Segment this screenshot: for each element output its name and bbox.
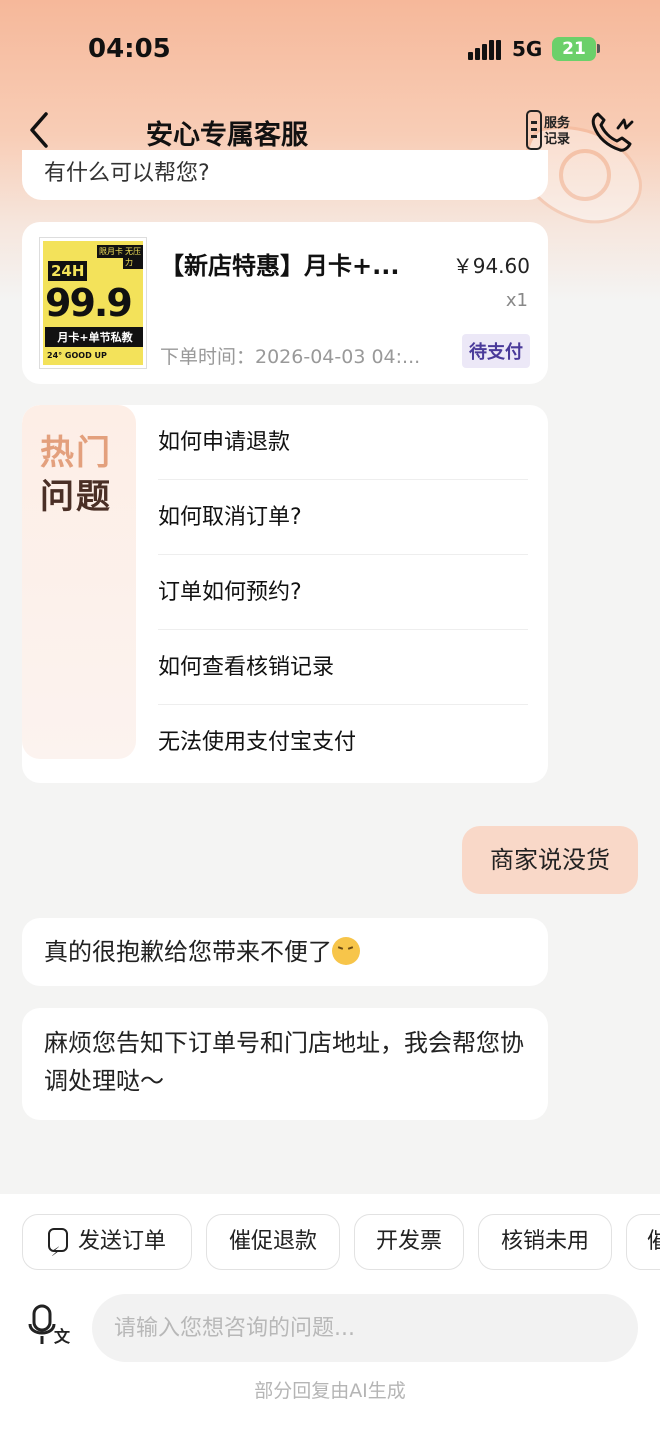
battery-level: 21 [562,39,586,59]
thumb-footer: 24° GOOD UP [47,351,107,360]
faq-side-panel: 热门 问题 [22,405,136,759]
user-message-bubble: 商家说没货 [462,826,638,894]
network-type: 5G [512,37,543,61]
status-time: 04:05 [88,34,171,64]
faq-card: 热门 问题 如何申请退款 如何取消订单? 订单如何预约? 如何查看核销记录 无法… [22,405,548,783]
order-price: ￥94.60 [452,254,530,278]
previous-message-text: 有什么可以帮您? [44,161,210,186]
battery-icon: 21 [552,37,596,61]
order-time: 下单时间：2026-04-03 04:... [160,346,421,368]
status-bar: 04:05 5G 21 [0,0,660,100]
bot-message-bubble: 麻烦您告知下订单号和门店地址，我会帮您协调处理哒～ [22,1008,548,1120]
thumb-price: 99.9 [45,281,133,325]
message-input[interactable] [92,1294,638,1362]
send-order-chip[interactable]: 发送订单 [22,1214,192,1270]
order-status-badge: 待支付 [462,334,530,368]
order-card[interactable]: 限月卡 无压力 24H 99.9 月卡+单节私教 24° GOOD UP 【新店… [22,222,548,384]
bot-message-bubble: 真的很抱歉给您带来不便了 [22,918,548,986]
record-label-line1: 服务 [543,116,570,131]
chip-label: 发送订单 [77,1229,166,1254]
record-label-line2: 记录 [543,132,570,147]
faq-side-title-2: 问题 [40,477,112,517]
faq-item[interactable]: 如何取消订单? [158,480,528,555]
service-record-label: 服务 记录 [540,116,574,148]
previous-message-bubble: 有什么可以帮您? [22,150,548,200]
phone-call-icon[interactable] [588,108,636,154]
bottom-panel: 发送订单 催促退款 开发票 核销未用 催 文 部分回复由AI生成 [0,1194,660,1434]
thumb-subtitle: 月卡+单节私教 [45,327,143,347]
order-thumbnail: 限月卡 无压力 24H 99.9 月卡+单节私教 24° GOOD UP [40,238,146,368]
faq-item[interactable]: 如何申请退款 [158,405,528,480]
faq-item[interactable]: 如何查看核销记录 [158,630,528,705]
quick-action-chips: 发送订单 催促退款 开发票 核销未用 催 [22,1214,660,1270]
faq-side-title-1: 热门 [40,433,112,473]
voice-input-icon[interactable]: 文 [28,1304,74,1350]
invoice-chip[interactable]: 开发票 [354,1214,464,1270]
order-quantity: x1 [505,290,528,311]
back-arrow-icon[interactable] [22,108,62,152]
svg-text:文: 文 [54,1327,71,1346]
thumb-tag-1: 限月卡 [97,245,125,258]
thumb-tag-2: 无压力 [123,245,143,269]
service-record-button[interactable]: 服务 记录 [526,110,574,154]
urge-chip[interactable]: 催 [626,1214,660,1270]
order-title: 【新店特惠】月卡+... [160,252,400,280]
signal-icon [468,38,502,60]
ai-disclaimer: 部分回复由AI生成 [254,1380,406,1402]
pensive-face-emoji-icon [332,937,360,965]
bot-message-text: 真的很抱歉给您带来不便了 [44,938,332,966]
urge-refund-chip[interactable]: 催促退款 [206,1214,340,1270]
page-title: 安心专属客服 [146,120,308,151]
faq-item[interactable]: 订单如何预约? [158,555,528,630]
battery-tip [597,44,600,53]
thumb-badge: 24H [48,261,88,281]
unused-verify-chip[interactable]: 核销未用 [478,1214,612,1270]
faq-item[interactable]: 无法使用支付宝支付 [158,705,528,780]
order-icon [47,1226,68,1270]
